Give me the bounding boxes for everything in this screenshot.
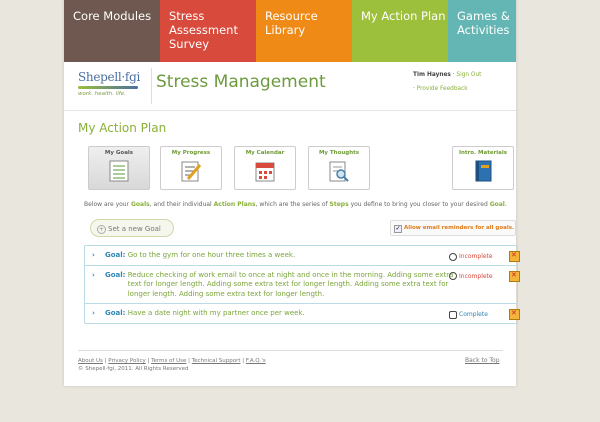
progress-icon	[181, 161, 202, 182]
intro-text-goal: Goal	[489, 201, 505, 208]
thoughts-icon	[329, 161, 349, 182]
set-new-goal-button[interactable]: + Set a new Goal	[90, 219, 174, 237]
tab-my-action-plan[interactable]: My Action Plan	[352, 0, 448, 62]
email-reminder-label: Allow email reminders for all goals.	[404, 225, 515, 231]
goal-text: Go to the gym for one hour three times a…	[127, 251, 296, 259]
chevron-right-icon: ›	[92, 270, 95, 279]
logo-swoosh-icon	[78, 86, 138, 89]
intro-text-goals: Goals	[130, 201, 150, 208]
incomplete-icon	[449, 272, 457, 280]
intro-text-part: , which are the series of	[255, 201, 330, 208]
goal-status[interactable]: Incomplete	[449, 252, 493, 262]
header-divider	[151, 68, 152, 104]
footer-link-technical-support[interactable]: Technical Support	[192, 358, 241, 364]
nav-label: My Calendar	[245, 150, 285, 156]
logo-tagline: work. health. life.	[78, 91, 126, 97]
site-header: Shepell·fgi work. health. life. Stress M…	[64, 62, 516, 111]
incomplete-icon	[449, 252, 457, 261]
footer-link-privacy-policy[interactable]: Privacy Policy	[108, 358, 145, 364]
goal-status[interactable]: Complete	[449, 310, 488, 320]
email-reminder-checkbox[interactable]: ✓	[394, 225, 402, 233]
footer-link-terms-of-use[interactable]: Terms of Use	[151, 358, 186, 364]
tab-label: Games & Activities	[457, 9, 510, 37]
shepell-fgi-logo[interactable]: Shepell·fgi work. health. life.	[78, 70, 144, 97]
section-nav: My Goals My Progress My Calendar My Thou…	[64, 146, 516, 192]
footer-link-about-us[interactable]: About Us	[78, 358, 103, 364]
tab-label: My Action Plan	[361, 9, 446, 23]
intro-text-part: .	[504, 201, 507, 208]
plus-icon: +	[97, 225, 106, 234]
site-footer: About Us | Privacy Policy | Terms of Use…	[78, 350, 503, 372]
main-tabs: Core Modules Stress Assessment Survey Re…	[64, 0, 516, 62]
tab-stress-assessment-survey[interactable]: Stress Assessment Survey	[160, 0, 256, 62]
nav-label: Intro. Materials	[458, 150, 508, 156]
site-title: Stress Management	[156, 72, 326, 92]
goal-text: Reduce checking of work email to once at…	[127, 270, 454, 298]
tab-label: Resource Library	[265, 9, 318, 37]
intro-text-part: Below are your	[84, 201, 131, 208]
tab-core-modules[interactable]: Core Modules	[64, 0, 160, 62]
user-panel: Tim Haynes · Sign Out · Provide Feedback	[413, 72, 482, 92]
intro-text-part: you define to bring you closer to your d…	[348, 201, 490, 208]
nav-label: My Thoughts	[318, 150, 360, 156]
goal-label: Goal:	[105, 251, 126, 259]
nav-my-calendar[interactable]: My Calendar	[234, 146, 296, 190]
back-to-top-link[interactable]: Back to Top	[465, 357, 500, 364]
goal-label: Goal:	[105, 309, 126, 317]
logo-brand: Shepell·fgi	[78, 70, 140, 84]
nav-my-progress[interactable]: My Progress	[160, 146, 222, 190]
delete-goal-icon[interactable]	[509, 270, 520, 282]
page-container: Core Modules Stress Assessment Survey Re…	[64, 0, 520, 386]
nav-label: My Progress	[171, 150, 211, 156]
goal-status[interactable]: Incomplete	[449, 272, 493, 282]
goal-row[interactable]: › Goal: Reduce checking of work email to…	[85, 266, 520, 304]
user-name: Tim Haynes	[413, 72, 451, 78]
goal-row[interactable]: › Goal: Have a date night with my partne…	[85, 304, 520, 323]
status-label: Incomplete	[459, 272, 493, 280]
provide-feedback-link[interactable]: Provide Feedback	[417, 86, 468, 92]
status-label: Incomplete	[459, 253, 493, 260]
checkmark-icon	[449, 310, 457, 319]
tab-games-activities[interactable]: Games & Activities	[448, 0, 516, 62]
chevron-right-icon: ›	[92, 309, 95, 317]
intro-text-part: , and their individual	[149, 201, 214, 208]
intro-text-steps: Steps	[329, 201, 349, 208]
sign-out-link[interactable]: Sign Out	[456, 72, 481, 78]
goal-label: Goal:	[105, 270, 126, 279]
goals-list: › Goal: Go to the gym for one hour three…	[84, 245, 520, 324]
goals-icon	[109, 160, 129, 182]
email-reminder-option[interactable]: ✓ Allow email reminders for all goals.	[390, 220, 516, 236]
tab-resource-library[interactable]: Resource Library	[256, 0, 352, 62]
status-label: Complete	[459, 311, 488, 318]
footer-link-faqs[interactable]: F.A.Q.'s	[246, 358, 266, 364]
chevron-right-icon: ›	[92, 251, 95, 259]
delete-goal-icon[interactable]	[509, 251, 520, 262]
copyright: © Shepell·fgi, 2011. All Rights Reserved	[78, 366, 189, 372]
nav-my-thoughts[interactable]: My Thoughts	[308, 146, 370, 190]
calendar-icon	[255, 162, 275, 182]
page-title: My Action Plan	[78, 121, 167, 135]
nav-my-goals[interactable]: My Goals	[88, 146, 150, 190]
nav-label: My Goals	[104, 150, 134, 156]
goal-row[interactable]: › Goal: Go to the gym for one hour three…	[85, 246, 520, 266]
set-new-goal-label: Set a new Goal	[108, 225, 161, 233]
intro-text-plans: Action Plans	[213, 201, 256, 208]
nav-intro-materials[interactable]: Intro. Materials	[452, 146, 514, 190]
book-icon	[475, 160, 492, 182]
goal-text: Have a date night with my partner once p…	[127, 309, 305, 317]
delete-goal-icon[interactable]	[509, 309, 520, 320]
tab-label: Core Modules	[73, 9, 152, 23]
tab-label: Stress Assessment Survey	[169, 9, 238, 51]
intro-text: Below are your Goals, and their individu…	[84, 201, 507, 208]
